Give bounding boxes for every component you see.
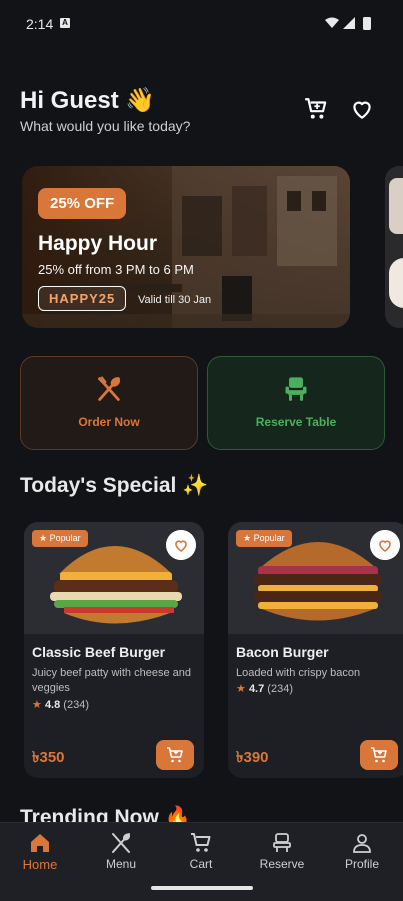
greeting-subtitle: What would you like today? [20, 118, 191, 134]
star-icon: ★ [39, 533, 48, 543]
nav-item-menu[interactable]: Menu [81, 823, 161, 883]
nav-item-cart[interactable]: Cart [161, 823, 241, 883]
rating-value: 4.8 [44, 699, 61, 711]
popular-label: Popular [253, 533, 285, 543]
chair-icon [285, 377, 307, 401]
wifi-icon [325, 17, 339, 28]
signal-icon [343, 17, 355, 29]
nav-label: Home [22, 857, 58, 872]
food-price: ৳390 [236, 749, 269, 766]
nav-item-home[interactable]: Home [0, 823, 80, 883]
star-icon: ★ [32, 699, 42, 711]
review-count: (234) [267, 683, 293, 695]
sparkles-icon: ✨ [182, 474, 209, 497]
system-status-icons [325, 17, 371, 30]
chair-icon [273, 833, 291, 852]
banner-title: Happy Hour [38, 232, 158, 255]
popular-badge: ★ Popular [32, 530, 88, 547]
specials-section-title: Today's Special ✨ [20, 474, 208, 498]
banner-valid-date: Valid till 30 Jan [138, 294, 212, 306]
battery-icon [363, 17, 371, 30]
greeting-title: Hi Guest 👋 [20, 87, 156, 114]
nav-label: Menu [105, 857, 137, 871]
home-indicator[interactable] [151, 886, 253, 890]
order-now-button[interactable]: Order Now [20, 356, 198, 450]
nav-label: Profile [344, 857, 379, 871]
fork-spoon-icon [97, 376, 121, 401]
food-card[interactable]: ★ Popular Bacon Burger Loaded with crisp… [228, 522, 403, 778]
status-time: 2:14 [26, 16, 54, 32]
nav-item-profile[interactable]: Profile [322, 823, 402, 883]
cart-icon[interactable] [303, 96, 329, 122]
add-to-cart-button[interactable] [360, 740, 398, 770]
favorite-heart-icon[interactable] [166, 530, 196, 560]
home-icon [31, 834, 49, 852]
food-price: ৳350 [32, 749, 65, 766]
heart-icon[interactable] [349, 96, 375, 122]
nav-label: Reserve [259, 857, 305, 871]
food-rating: ★ 4.7 (234) [236, 682, 293, 695]
food-rating: ★ 4.8 (234) [32, 698, 89, 711]
food-card[interactable]: ★ Popular Classic Beef Burger Juicy beef… [24, 522, 204, 778]
user-icon [353, 834, 371, 853]
promo-code[interactable]: HAPPY25 [38, 286, 127, 311]
food-description: Juicy beef patty with cheese and veggies [32, 667, 191, 694]
order-now-label: Order Now [78, 415, 140, 429]
rating-value: 4.7 [248, 683, 265, 695]
reserve-table-label: Reserve Table [255, 415, 337, 429]
review-count: (234) [63, 699, 89, 711]
next-banner-peek[interactable] [385, 166, 403, 328]
specials-title-text: Today's Special [20, 474, 177, 497]
fork-knife-icon [112, 833, 131, 853]
status-bar: 2:14 A [0, 0, 403, 48]
banner-subtitle: 25% off from 3 PM to 6 PM [38, 262, 194, 277]
nav-item-reserve[interactable]: Reserve [242, 823, 322, 883]
cart-icon [191, 833, 211, 852]
notification-icon: A [60, 18, 70, 28]
popular-label: Popular [49, 533, 81, 543]
star-icon: ★ [243, 533, 252, 543]
food-name: Classic Beef Burger [32, 644, 166, 660]
nav-label: Cart [189, 857, 213, 871]
favorite-heart-icon[interactable] [370, 530, 400, 560]
popular-badge: ★ Popular [236, 530, 292, 547]
reserve-table-button[interactable]: Reserve Table [207, 356, 385, 450]
star-icon: ★ [236, 683, 246, 695]
promo-banner[interactable]: 25% OFF Happy Hour 25% off from 3 PM to … [22, 166, 350, 328]
discount-badge: 25% OFF [38, 188, 127, 219]
add-to-cart-button[interactable] [156, 740, 194, 770]
food-name: Bacon Burger [236, 644, 329, 660]
food-description: Loaded with crispy bacon [236, 667, 361, 679]
